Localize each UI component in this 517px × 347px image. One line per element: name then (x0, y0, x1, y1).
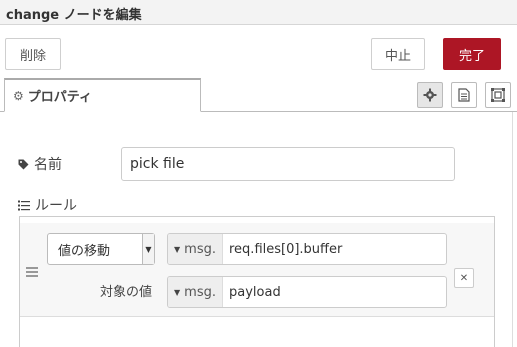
name-label-text: 名前 (34, 157, 62, 173)
tab-properties-label: プロパティ (27, 90, 92, 105)
rules-label: ルール (18, 195, 77, 215)
from-value-text: req.files[0].buffer (229, 241, 343, 257)
drag-handle-icon[interactable] (26, 267, 38, 277)
rule-item: 値の移動 ▼ ▼ msg. req.files[0].buffer 対象の値 ▼… (20, 223, 494, 317)
name-field-label: 名前 (18, 154, 62, 174)
gear-icon: ⚙ (13, 88, 24, 103)
rules-label-text: ルール (35, 198, 77, 214)
to-value-input[interactable]: ▼ msg. payload (167, 276, 447, 308)
frame-icon (491, 88, 505, 102)
chevron-down-icon: ▼ (142, 234, 154, 264)
to-value-text: payload (229, 284, 281, 300)
rule-list: 値の移動 ▼ ▼ msg. req.files[0].buffer 対象の値 ▼… (19, 216, 495, 347)
to-type-label: msg. (184, 284, 216, 300)
delete-button[interactable]: 削除 (5, 38, 61, 70)
tag-icon (18, 159, 29, 169)
from-type-button[interactable]: ▼ msg. (168, 234, 223, 264)
to-type-button[interactable]: ▼ msg. (168, 277, 223, 307)
close-icon: ✕ (459, 272, 469, 284)
node-description-button[interactable] (451, 82, 477, 108)
node-appearance-button[interactable] (485, 82, 511, 108)
list-icon (18, 200, 30, 210)
gear-icon (423, 88, 437, 102)
node-settings-button[interactable] (417, 82, 443, 108)
caret-down-icon: ▼ (174, 244, 181, 254)
done-button[interactable]: 完了 (443, 38, 501, 70)
from-value-input[interactable]: ▼ msg. req.files[0].buffer (167, 233, 447, 265)
dialog-title: change ノードを編集 (6, 8, 142, 23)
name-input[interactable]: pick file (121, 147, 455, 181)
remove-rule-button[interactable]: ✕ (454, 268, 474, 288)
target-value-label: 対象の値 (100, 285, 153, 300)
panel-divider (512, 112, 513, 347)
tab-properties[interactable]: ⚙ プロパティ (4, 78, 201, 112)
document-icon (458, 88, 470, 102)
rule-action-select[interactable]: 値の移動 ▼ (47, 233, 155, 265)
caret-down-icon: ▼ (174, 287, 181, 297)
rule-action-value: 値の移動 (58, 243, 111, 259)
from-type-label: msg. (184, 241, 216, 257)
cancel-button[interactable]: 中止 (371, 38, 425, 70)
dialog-title-bar: change ノードを編集 (0, 0, 517, 25)
